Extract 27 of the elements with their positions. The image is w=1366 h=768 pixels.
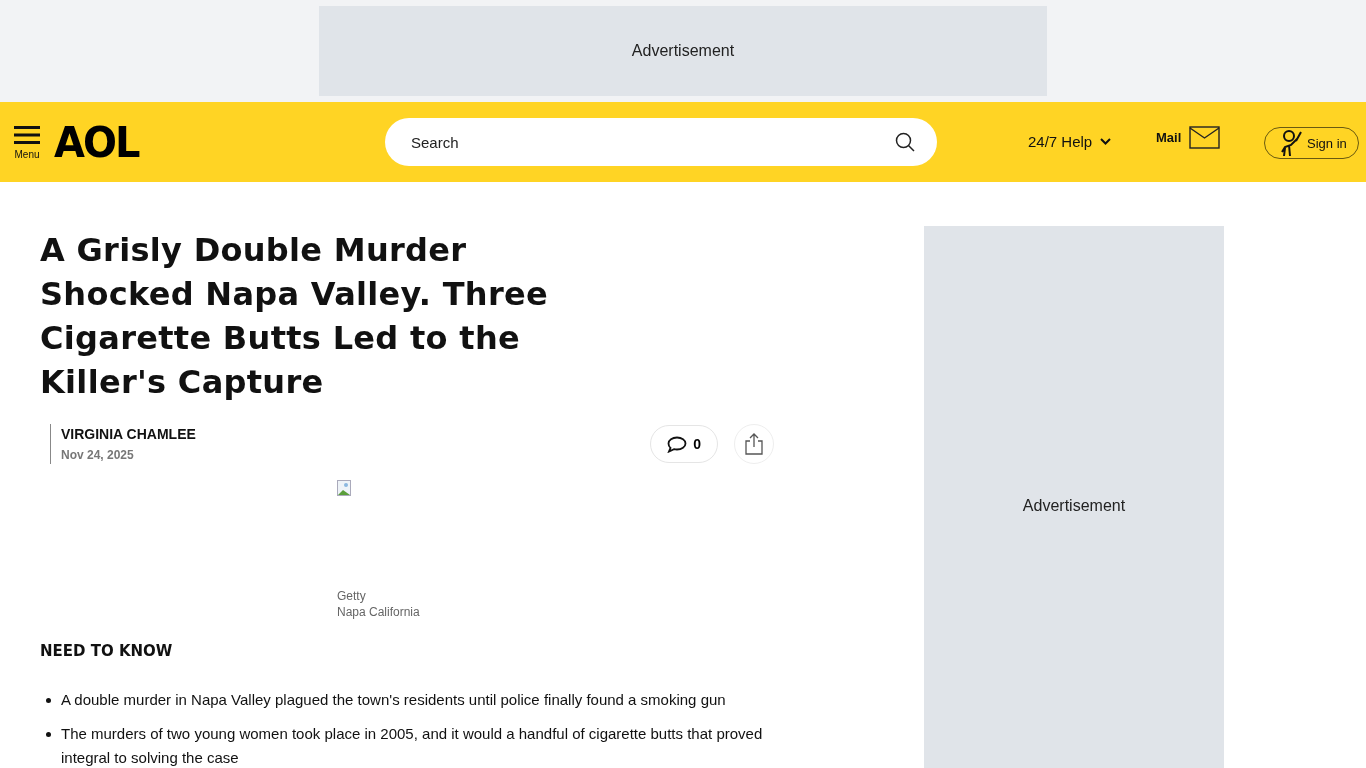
photo-caption: Napa California — [337, 604, 421, 620]
menu-button[interactable]: Menu — [14, 124, 40, 160]
share-icon — [745, 433, 763, 455]
article-title: A Grisly Double Murder Shocked Napa Valley. Three Cigarette Butts Led to the Killer's Capture — [40, 230, 550, 403]
publish-date: Nov 24, 2025 — [61, 448, 135, 462]
section-heading: NEED TO KNOW — [40, 642, 174, 660]
bullet-icon — [46, 732, 51, 737]
bullet-icon — [46, 698, 51, 703]
photo-credit: Getty — [337, 588, 367, 604]
help-menu[interactable]: 24/7 Help — [1028, 133, 1112, 150]
bullet-text: A double murder in Napa Valley plagued the town's residents until police finally found a smoking gun — [61, 690, 726, 710]
chevron-down-icon — [1100, 138, 1112, 145]
ad-label: Advertisement — [631, 42, 735, 60]
waving-figure-icon — [1279, 129, 1303, 157]
logo[interactable]: AOL — [54, 117, 139, 167]
menu-icon — [14, 124, 40, 145]
search-field[interactable]: Search — [385, 118, 937, 166]
envelope-icon — [1189, 126, 1221, 149]
bullet-text: The murders of two young women took place in 2005, and it would a handful of cigarette butts that proved integral to solving the case — [61, 724, 764, 768]
author-name[interactable]: VIRGINIA CHAMLEE — [61, 426, 196, 442]
comments-button[interactable]: 0 — [650, 425, 718, 463]
mail-link[interactable]: Mail — [1156, 126, 1221, 149]
speech-bubble-icon — [667, 435, 688, 453]
ad-label: Advertisement — [1022, 497, 1126, 515]
share-button[interactable] — [734, 424, 774, 464]
broken-image-icon — [337, 480, 353, 496]
search-icon[interactable] — [895, 132, 915, 152]
